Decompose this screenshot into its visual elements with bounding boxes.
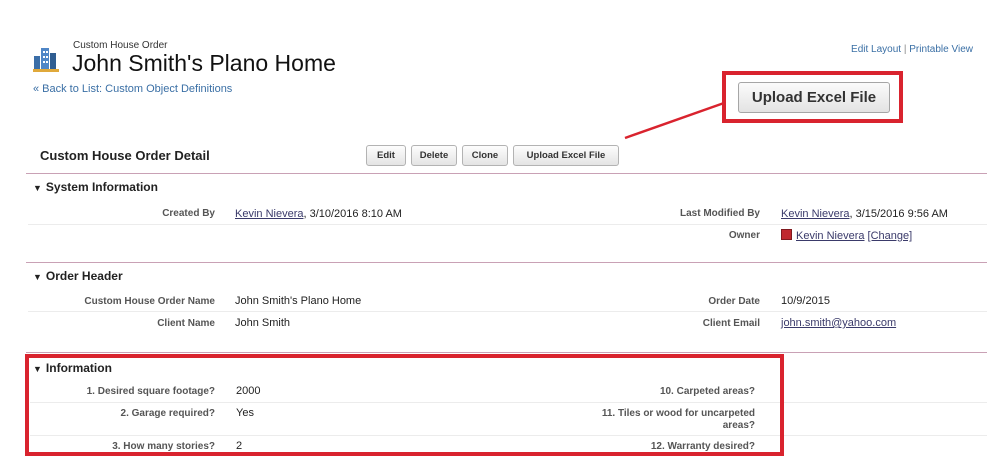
upload-excel-file-button-zoomed[interactable]: Upload Excel File (738, 82, 890, 113)
last-modified-by-value: Kevin Nievera, 3/15/2016 9:56 AM (781, 208, 948, 220)
top-links: Edit Layout | Printable View (851, 44, 973, 55)
building-icon (33, 48, 59, 72)
created-by-label: Created By (162, 208, 215, 219)
owner-value: Kevin Nievera [Change] (781, 229, 912, 242)
section-divider (26, 262, 987, 263)
triangle-down-icon[interactable]: ▼ (33, 272, 42, 282)
order-date-label: Order Date (708, 296, 760, 307)
owner-user-link[interactable]: Kevin Nievera (796, 230, 864, 242)
system-information-header[interactable]: ▼ System Information (33, 180, 158, 194)
delete-button[interactable]: Delete (411, 145, 457, 166)
last-modified-user-link[interactable]: Kevin Nievera (781, 208, 849, 220)
client-name-label: Client Name (157, 318, 215, 329)
edit-layout-link[interactable]: Edit Layout (851, 44, 901, 55)
section-divider (26, 352, 987, 353)
page-title: John Smith's Plano Home (72, 50, 336, 76)
last-modified-date: , 3/15/2016 9:56 AM (849, 208, 948, 220)
order-date-value: 10/9/2015 (781, 295, 830, 307)
created-by-user-link[interactable]: Kevin Nievera (235, 208, 303, 220)
client-email-link[interactable]: john.smith@yahoo.com (781, 317, 896, 329)
triangle-down-icon[interactable]: ▼ (33, 183, 42, 193)
created-by-date: , 3/10/2016 8:10 AM (303, 208, 402, 220)
link-separator: | (903, 44, 907, 55)
edit-button[interactable]: Edit (366, 145, 406, 166)
clone-button[interactable]: Clone (462, 145, 508, 166)
order-name-value: John Smith's Plano Home (235, 295, 362, 307)
detail-section-title: Custom House Order Detail (40, 148, 210, 163)
client-name-value: John Smith (235, 317, 291, 329)
order-name-label: Custom House Order Name (84, 296, 215, 307)
order-header-heading: Order Header (45, 269, 123, 283)
row-divider (28, 224, 987, 225)
client-email-label: Client Email (702, 318, 760, 329)
upload-excel-file-button[interactable]: Upload Excel File (513, 145, 619, 166)
system-information-heading: System Information (45, 180, 158, 194)
owner-change-link[interactable]: [Change] (868, 230, 913, 242)
information-highlight-box (25, 354, 784, 456)
back-to-list-link[interactable]: « Back to List: Custom Object Definition… (33, 83, 232, 95)
section-divider (26, 173, 987, 174)
created-by-value: Kevin Nievera, 3/10/2016 8:10 AM (235, 208, 402, 220)
last-modified-by-label: Last Modified By (679, 208, 760, 219)
row-divider (28, 311, 987, 312)
printable-view-link[interactable]: Printable View (909, 44, 973, 55)
owner-label: Owner (728, 230, 760, 241)
order-header-section-header[interactable]: ▼ Order Header (33, 269, 123, 283)
user-icon (781, 229, 792, 240)
